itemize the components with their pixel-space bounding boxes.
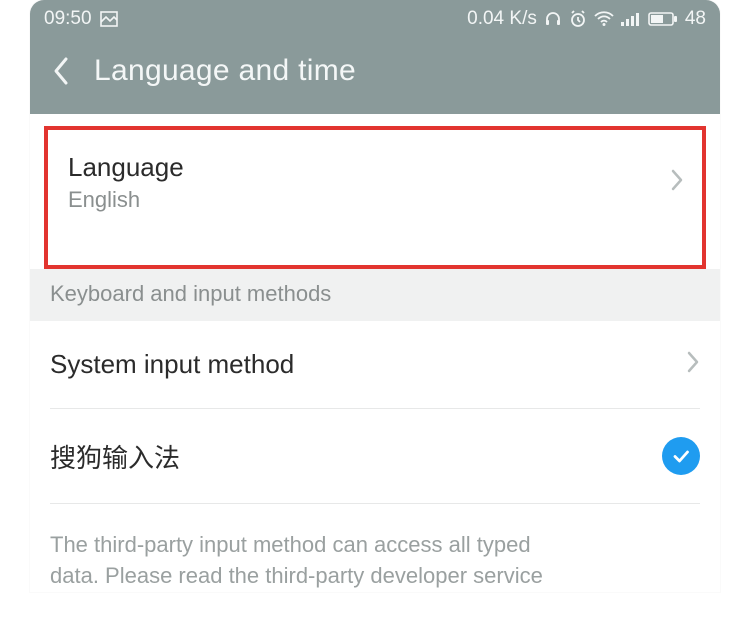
battery-icon xyxy=(648,11,678,27)
status-time: 09:50 xyxy=(44,8,92,30)
third-party-warning: The third-party input method can access … xyxy=(30,504,720,592)
list-area: System input method 搜狗输入法 xyxy=(30,321,720,504)
system-input-method-row[interactable]: System input method xyxy=(50,321,700,409)
spacer xyxy=(48,235,702,265)
system-input-method-title: System input method xyxy=(50,349,686,380)
language-row-text: Language English xyxy=(68,152,670,213)
ime-sogou-row[interactable]: 搜狗输入法 xyxy=(50,409,700,504)
chevron-right-icon xyxy=(686,350,700,379)
alarm-icon xyxy=(569,10,587,28)
ime-sogou-title: 搜狗输入法 xyxy=(50,438,662,475)
content: Language English Keyboard and input meth… xyxy=(30,126,720,592)
status-bar: 09:50 0.04 K/s xyxy=(30,0,720,38)
status-left: 09:50 xyxy=(44,8,118,30)
language-title: Language xyxy=(68,152,670,183)
language-row-highlight: Language English xyxy=(44,126,706,269)
app-header: 09:50 0.04 K/s xyxy=(30,0,720,114)
language-row[interactable]: Language English xyxy=(48,130,702,235)
back-button[interactable] xyxy=(52,56,70,86)
title-row: Language and time xyxy=(30,38,720,114)
chevron-right-icon xyxy=(670,168,684,197)
battery-level: 48 xyxy=(685,8,706,30)
language-value: English xyxy=(68,187,670,213)
wifi-icon xyxy=(594,11,614,27)
section-keyboard-heading: Keyboard and input methods xyxy=(30,269,720,321)
warning-line-1: The third-party input method can access … xyxy=(50,530,700,561)
page-title: Language and time xyxy=(94,54,356,88)
status-right: 0.04 K/s xyxy=(467,8,706,30)
warning-line-2: data. Please read the third-party develo… xyxy=(50,561,700,592)
screenshot-icon xyxy=(100,11,118,27)
network-speed: 0.04 K/s xyxy=(467,8,537,30)
signal-icon xyxy=(621,11,641,27)
checkmark-icon xyxy=(662,437,700,475)
phone-screen: 09:50 0.04 K/s xyxy=(30,0,720,592)
headphones-icon xyxy=(544,10,562,28)
